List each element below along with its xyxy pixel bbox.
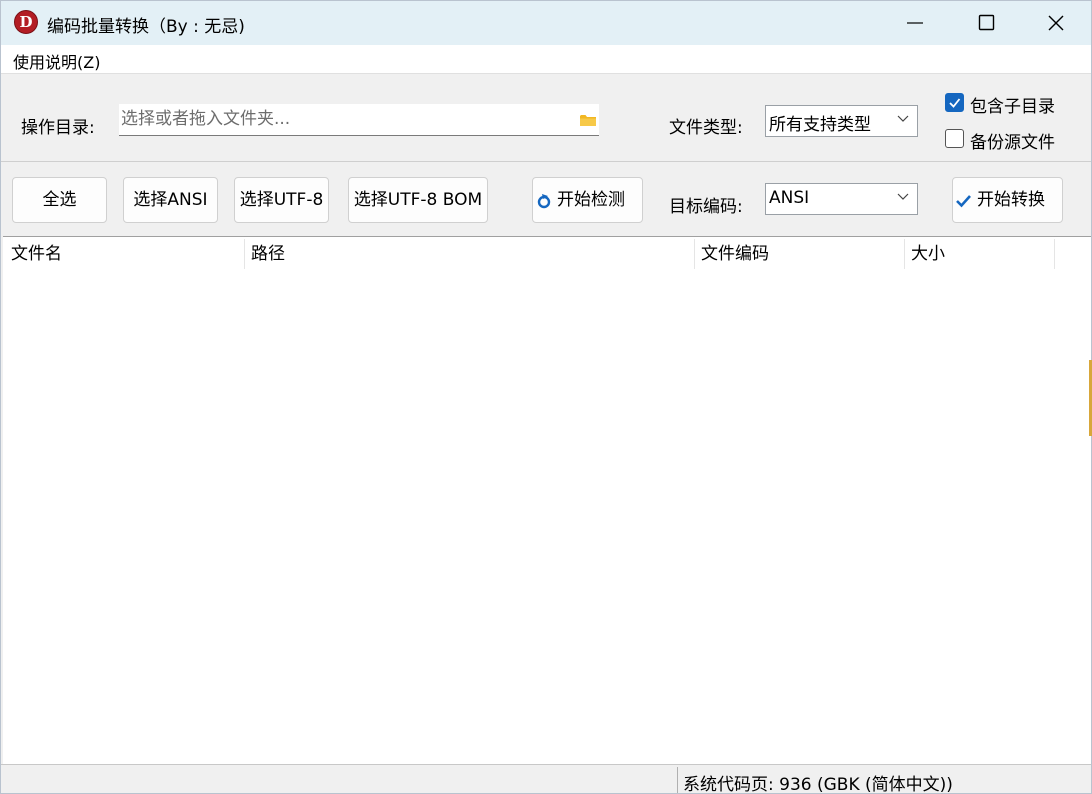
file-type-label: 文件类型:: [669, 118, 743, 138]
select-utf8-button[interactable]: 选择UTF-8: [234, 177, 329, 223]
column-divider[interactable]: [1054, 239, 1055, 269]
chevron-down-icon: [897, 115, 909, 122]
checkmark-icon: [956, 195, 971, 208]
dir-input[interactable]: [121, 106, 571, 132]
close-button[interactable]: [1021, 1, 1091, 45]
maximize-button[interactable]: [950, 1, 1020, 45]
column-header-size[interactable]: 大小: [903, 237, 1054, 271]
convert-button[interactable]: 开始转换: [952, 177, 1063, 223]
dir-field[interactable]: [119, 104, 599, 136]
target-encoding-label: 目标编码:: [669, 197, 743, 217]
include-subdirs-label[interactable]: 包含子目录: [970, 92, 1055, 117]
status-divider: [677, 767, 678, 793]
select-all-button[interactable]: 全选: [12, 177, 107, 223]
refresh-icon: [537, 194, 551, 209]
dir-label: 操作目录:: [21, 118, 95, 138]
column-header-filename[interactable]: 文件名: [3, 237, 244, 271]
column-header-encoding[interactable]: 文件编码: [693, 237, 904, 271]
status-bar: 系统代码页: 936 (GBK (简体中文)): [1, 764, 1091, 794]
window-title: 编码批量转换（By : 无忌): [47, 17, 245, 37]
file-type-select[interactable]: 所有支持类型: [765, 105, 918, 137]
detect-label: 开始检测: [557, 190, 625, 210]
backup-label[interactable]: 备份源文件: [970, 128, 1055, 153]
minimize-button[interactable]: [880, 1, 950, 45]
convert-label: 开始转换: [977, 190, 1045, 210]
file-list[interactable]: 文件名 路径 文件编码 大小: [3, 236, 1091, 765]
main-window: 编码批量转换（By : 无忌) 使用说明(Z) 操作目录: 文件类型: 所有支持…: [0, 0, 1092, 794]
select-utf8-bom-button[interactable]: 选择UTF-8 BOM: [348, 177, 488, 223]
select-ansi-button[interactable]: 选择ANSI: [123, 177, 218, 223]
title-bar[interactable]: 编码批量转换（By : 无忌): [1, 1, 1091, 45]
column-header-path[interactable]: 路径: [243, 237, 694, 271]
backup-checkbox[interactable]: [945, 129, 964, 148]
checkmark-icon: [949, 98, 961, 108]
menu-divider: [1, 73, 1091, 74]
include-subdirs-checkbox[interactable]: [945, 93, 964, 112]
file-type-value: 所有支持类型: [769, 115, 871, 135]
status-codepage: 系统代码页: 936 (GBK (简体中文)): [683, 775, 953, 794]
target-encoding-select[interactable]: ANSI: [765, 183, 918, 215]
target-encoding-value: ANSI: [769, 188, 810, 208]
close-icon: [1048, 15, 1064, 31]
toolbar-divider: [1, 161, 1091, 162]
menu-bar: 使用说明(Z): [1, 45, 1091, 73]
folder-icon[interactable]: [580, 114, 596, 127]
menu-help[interactable]: 使用说明(Z): [13, 49, 100, 73]
chevron-down-icon: [897, 193, 909, 200]
app-logo-d-icon: [14, 10, 38, 34]
minimize-icon: [907, 22, 923, 24]
maximize-icon: [978, 14, 995, 31]
detect-button[interactable]: 开始检测: [532, 177, 643, 223]
